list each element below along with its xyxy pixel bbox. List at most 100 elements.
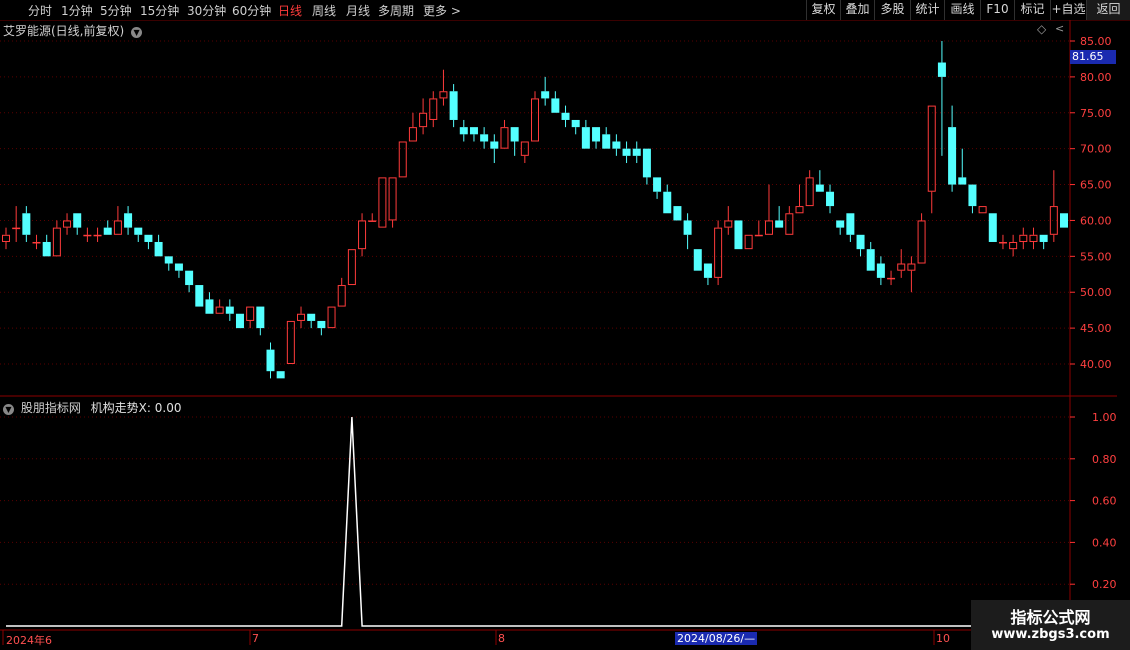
y-tick-label: 1.00 (1092, 411, 1117, 424)
x-label-jul: 7 (252, 632, 259, 645)
candle (1019, 227, 1028, 250)
candle (876, 256, 885, 286)
candle (1039, 234, 1048, 250)
y-tick-label: 50.00 (1080, 286, 1112, 299)
candle (22, 206, 31, 242)
watermark: 指标公式网 www.zbgs3.com (971, 600, 1130, 650)
candle (225, 299, 234, 321)
candle (429, 91, 438, 128)
side-panel-edge (1117, 22, 1130, 392)
candle (235, 313, 244, 329)
y-tick-label: 60.00 (1080, 214, 1112, 227)
candle (693, 249, 702, 271)
candle (541, 76, 550, 106)
candle (256, 306, 265, 336)
candle (398, 141, 407, 178)
candle (205, 292, 214, 314)
candle (317, 320, 326, 336)
candle (469, 127, 478, 142)
candle (297, 306, 306, 329)
candle (510, 127, 519, 156)
candle (174, 263, 183, 278)
candle (500, 119, 509, 149)
y-tick-label: 70.00 (1080, 143, 1112, 156)
chart-canvas[interactable]: 85.00 80.00 75.00 70.00 65.00 60.00 55.00 50.00… (0, 0, 1130, 650)
candle (632, 141, 641, 164)
candle (927, 105, 936, 214)
candle (164, 256, 173, 271)
candle (887, 270, 896, 286)
candle (144, 234, 153, 250)
candle (103, 220, 112, 235)
candle (490, 134, 499, 164)
candle (846, 213, 855, 242)
candle (439, 69, 448, 106)
indicator-line (6, 416, 1085, 627)
candle (185, 270, 194, 293)
candle (642, 148, 651, 185)
candle (154, 234, 163, 257)
candle (571, 119, 580, 135)
candle (1049, 170, 1058, 242)
candle (714, 220, 723, 286)
candle (673, 206, 682, 221)
candle (703, 263, 712, 286)
candle (785, 206, 794, 235)
candle (907, 256, 916, 293)
candle (63, 213, 72, 235)
x-label-aug: 8 (498, 632, 505, 645)
watermark-url: www.zbgs3.com (991, 627, 1110, 642)
candle (195, 285, 204, 307)
candle (134, 227, 143, 242)
candle (866, 241, 875, 271)
candle (1029, 227, 1038, 250)
candle (32, 234, 41, 250)
candle (958, 148, 967, 185)
y-tick-label: 0.80 (1092, 453, 1117, 466)
candle (754, 220, 763, 237)
x-label-oct: 10 (936, 632, 950, 645)
candle (775, 206, 784, 228)
y-tick-label: 75.00 (1080, 107, 1112, 120)
candle (266, 342, 275, 379)
y-tick-label: 85.00 (1080, 35, 1112, 48)
candle (1060, 213, 1068, 228)
candle (968, 184, 977, 214)
candle (419, 98, 428, 135)
y-tick-label: 0.20 (1092, 578, 1117, 591)
candle (358, 213, 367, 257)
candle (531, 91, 539, 142)
candle (937, 41, 946, 156)
y-tick-label: 0.60 (1092, 495, 1117, 508)
candle (836, 220, 845, 235)
candle (897, 249, 906, 278)
candle (286, 320, 295, 364)
candle (246, 306, 255, 329)
candle (612, 134, 621, 156)
candle (83, 227, 92, 242)
candle (93, 227, 102, 242)
x-label-jun: 2024年6 (6, 634, 52, 647)
candle (856, 234, 865, 257)
candle (52, 220, 61, 257)
candle (42, 234, 51, 257)
candle (520, 141, 529, 164)
candle (347, 249, 356, 286)
candle (724, 206, 733, 235)
candle (592, 127, 601, 149)
candle (124, 206, 133, 235)
candle (2, 227, 10, 250)
candle (73, 213, 82, 235)
candle (12, 206, 21, 242)
candle (734, 220, 743, 250)
cursor-date-label: 2024/08/26/— (675, 632, 758, 645)
candle (215, 299, 224, 314)
candle (561, 105, 570, 128)
candle (978, 206, 987, 214)
candle (683, 213, 692, 250)
candle (744, 234, 753, 250)
candle (459, 119, 468, 142)
watermark-title: 指标公式网 (1010, 608, 1091, 627)
candle (1009, 234, 1018, 257)
candle (805, 170, 814, 207)
